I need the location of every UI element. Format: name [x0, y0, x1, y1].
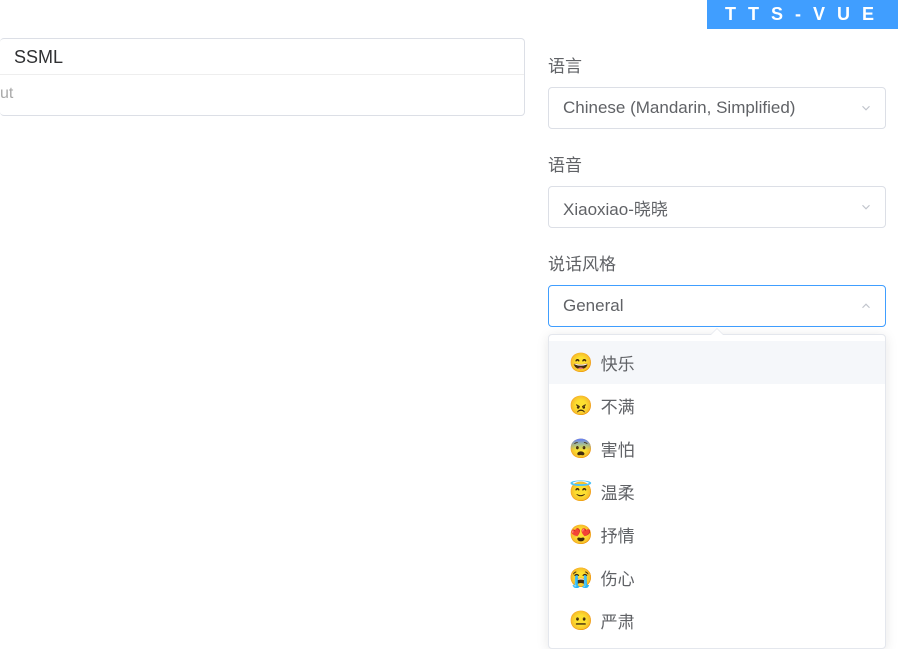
chevron-up-icon: [859, 299, 873, 313]
chevron-down-icon: [859, 101, 873, 115]
voice-value: Xiaoxiao-晓晓: [563, 195, 668, 220]
style-option[interactable]: 😇 温柔: [549, 470, 885, 513]
language-label: 语言: [548, 52, 886, 77]
style-option-label: 抒情: [601, 522, 635, 547]
style-option-label: 害怕: [601, 436, 635, 461]
emoji-icon: 😄: [569, 351, 593, 375]
style-value: General: [563, 296, 623, 316]
style-option[interactable]: 😐 严肃: [549, 599, 885, 642]
voice-field: 语音 Xiaoxiao-晓晓: [548, 151, 886, 228]
language-field: 语言 Chinese (Mandarin, Simplified): [548, 52, 886, 129]
emoji-icon: 😠: [569, 394, 593, 418]
emoji-icon: 😇: [569, 480, 593, 504]
emoji-icon: 😨: [569, 437, 593, 461]
voice-select[interactable]: Xiaoxiao-晓晓: [548, 186, 886, 228]
ssml-header: SSML: [0, 39, 524, 75]
style-option[interactable]: 😨 害怕: [549, 427, 885, 470]
settings-panel: 语言 Chinese (Mandarin, Simplified) 语音 Xia…: [548, 52, 886, 349]
style-label: 说话风格: [548, 250, 886, 275]
emoji-icon: 😍: [569, 523, 593, 547]
emoji-icon: 😐: [569, 609, 593, 633]
app-brand: TTS-VUE: [707, 0, 898, 29]
language-select[interactable]: Chinese (Mandarin, Simplified): [548, 87, 886, 129]
style-dropdown: 😄 快乐 😠 不满 😨 害怕 😇 温柔 😍 抒情 😭 伤心: [548, 334, 886, 649]
chevron-down-icon: [859, 200, 873, 214]
style-option-label: 伤心: [601, 565, 635, 590]
ssml-placeholder: ut: [0, 85, 13, 102]
style-option-label: 温柔: [601, 479, 635, 504]
language-value: Chinese (Mandarin, Simplified): [563, 98, 795, 118]
ssml-panel: SSML ut: [0, 38, 525, 116]
emoji-icon: 😭: [569, 566, 593, 590]
style-option[interactable]: 😍 抒情: [549, 513, 885, 556]
style-select[interactable]: General: [548, 285, 886, 327]
style-option-label: 不满: [601, 393, 635, 418]
ssml-textarea[interactable]: ut: [0, 75, 524, 115]
style-option[interactable]: 😄 快乐: [549, 341, 885, 384]
style-field: 说话风格 General 😄 快乐 😠 不满 😨 害怕 😇 温柔: [548, 250, 886, 327]
style-option-label: 严肃: [601, 608, 635, 633]
style-option-label: 快乐: [601, 350, 635, 375]
style-option[interactable]: 😭 伤心: [549, 556, 885, 599]
style-option[interactable]: 😠 不满: [549, 384, 885, 427]
voice-label: 语音: [548, 151, 886, 176]
